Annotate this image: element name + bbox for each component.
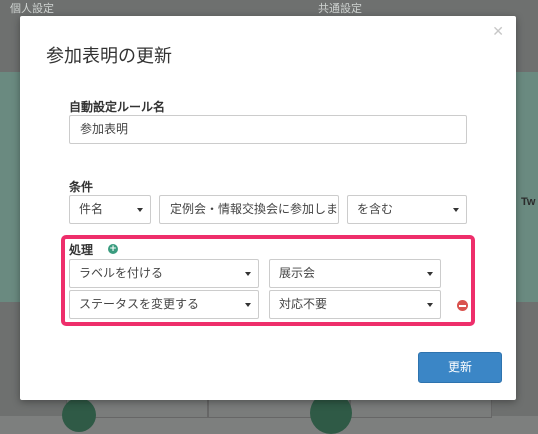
tab-common-settings[interactable]: 共通設定: [318, 0, 362, 15]
condition-operator-select[interactable]: を含む: [347, 195, 467, 224]
action-value-select-1[interactable]: 展示会: [269, 259, 441, 288]
rule-name-input[interactable]: 参加表明: [69, 115, 467, 144]
update-rule-dialog: 参加表明の更新 ✕ 自動設定ルール名 参加表明 条件 件名 定例会・情報交換会に…: [20, 16, 516, 400]
condition-keyword-input[interactable]: 定例会・情報交換会に参加しま: [159, 195, 339, 224]
action-select-1[interactable]: ラベルを付ける: [69, 259, 259, 288]
action-select-2-value: ステータスを変更する: [79, 297, 200, 311]
action-value-2: 対応不要: [279, 297, 328, 311]
plus-circle-icon[interactable]: +: [108, 244, 118, 254]
dialog-title: 参加表明の更新: [46, 46, 172, 67]
chevron-down-icon: [420, 260, 440, 287]
minus-circle-icon[interactable]: [457, 300, 468, 311]
action-select-1-value: ラベルを付ける: [79, 266, 164, 280]
search-icon: [62, 398, 96, 432]
actions-label: 処理: [69, 243, 94, 257]
close-icon[interactable]: ✕: [492, 24, 504, 40]
chevron-down-icon: [238, 260, 258, 287]
condition-field-select[interactable]: 件名: [69, 195, 151, 224]
condition-label: 条件: [69, 180, 94, 194]
action-value-select-2[interactable]: 対応不要: [269, 290, 441, 319]
action-select-2[interactable]: ステータスを変更する: [69, 290, 259, 319]
condition-operator-value: を含む: [357, 202, 394, 216]
chevron-down-icon: [446, 196, 466, 223]
tab-personal-settings[interactable]: 個人設定: [10, 0, 54, 15]
rule-name-label: 自動設定ルール名: [69, 100, 166, 114]
chevron-down-icon: [420, 291, 440, 318]
chevron-down-icon: [238, 291, 258, 318]
condition-field-value: 件名: [79, 202, 104, 216]
update-button[interactable]: 更新: [418, 352, 502, 383]
background-side-text: Tw: [521, 196, 536, 208]
chevron-down-icon: [130, 196, 150, 223]
action-value-1: 展示会: [279, 266, 316, 280]
